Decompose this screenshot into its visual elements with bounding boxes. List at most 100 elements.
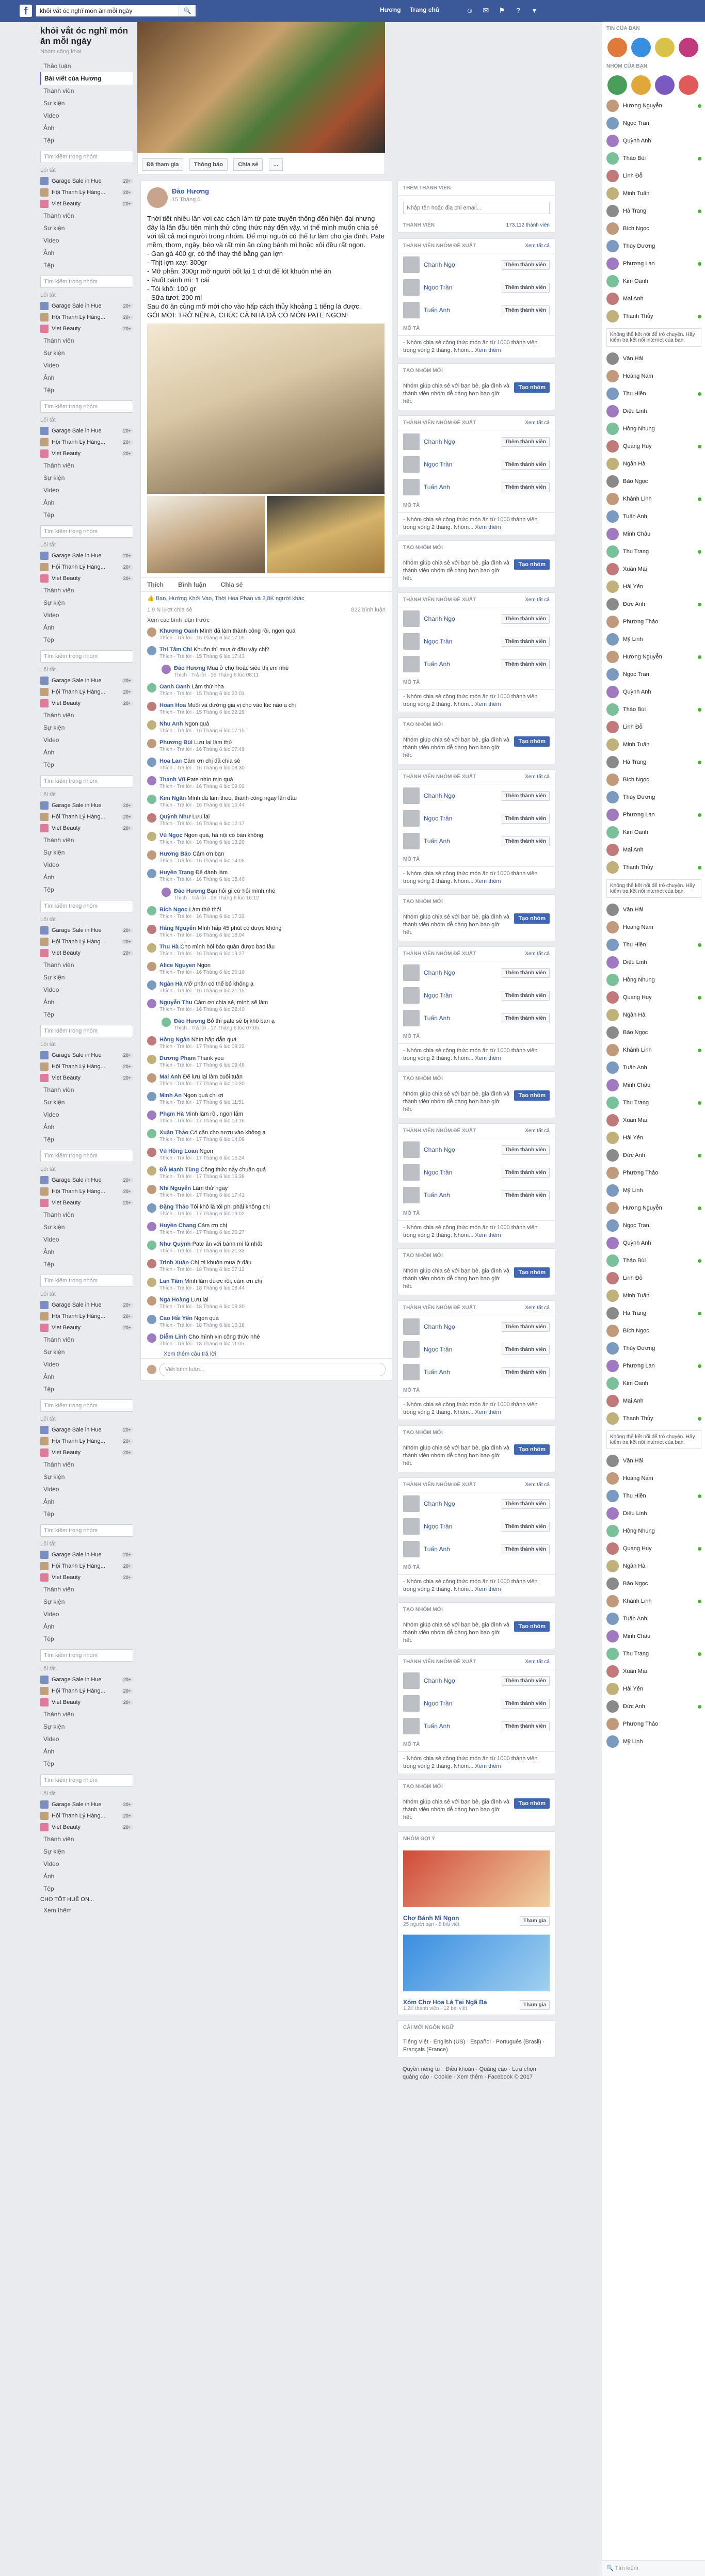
comment-author[interactable]: Alice Nguyen — [159, 962, 196, 969]
nav-item[interactable]: Ảnh — [40, 1371, 133, 1383]
story-avatar[interactable] — [607, 38, 627, 57]
join-group-button[interactable]: Tham gia — [520, 1916, 550, 1926]
comment-meta[interactable]: Thích · Trả lời · 15 Tháng 6 lúc 22:29 — [159, 709, 296, 716]
comment-author[interactable]: Đào Hương — [174, 665, 205, 671]
nav-item[interactable]: Sự kiện — [40, 1596, 133, 1608]
share-count[interactable]: 1,9 N lượt chia sẻ — [147, 607, 192, 613]
comment-meta[interactable]: Thích · Trả lời · 17 Tháng 6 lúc 19:02 — [159, 1211, 270, 1218]
avatar[interactable] — [147, 962, 156, 971]
comment-meta[interactable]: Thích · Trả lời · 16 Tháng 6 lúc 22:40 — [159, 1006, 268, 1013]
comment-author[interactable]: Như Quỳnh — [159, 1241, 191, 1247]
chat-contact[interactable]: Linh Đỗ — [602, 718, 705, 736]
chat-contact[interactable]: Diệu Linh — [602, 1505, 705, 1522]
avatar[interactable] — [147, 980, 156, 990]
member-name[interactable]: Chanh Ngọ — [424, 792, 455, 799]
chat-contact[interactable]: Ngọc Tran — [602, 115, 705, 132]
nav-item[interactable]: Video — [40, 1358, 133, 1371]
member-name[interactable]: Ngọc Trần — [424, 1700, 452, 1707]
avatar[interactable] — [147, 1185, 156, 1194]
chat-contact[interactable]: Minh Châu — [602, 1076, 705, 1094]
chat-contact[interactable]: Bích Ngọc — [602, 771, 705, 788]
comment-meta[interactable]: Thích · Trả lời · 15 Tháng 6 lúc 17:09 — [159, 635, 295, 642]
see-all-link[interactable]: Xem tất cả — [525, 420, 550, 426]
add-member-button[interactable]: Thêm thành viên — [501, 1544, 550, 1554]
nav-item[interactable]: Ảnh — [40, 1246, 133, 1258]
chat-search[interactable]: 🔍 Tìm kiếm — [602, 2560, 705, 2576]
nav-item[interactable]: Sự kiện — [40, 97, 133, 109]
shortcut-item[interactable]: Hội Thanh Lý Hàng... 20+ — [40, 312, 133, 323]
comment-count[interactable]: 822 bình luận — [351, 607, 386, 613]
chat-contact[interactable]: Kim Oanh — [602, 1375, 705, 1392]
group-search-input[interactable]: Tìm kiếm trong nhóm — [40, 1774, 133, 1786]
chat-contact[interactable]: Mỹ Linh — [602, 1733, 705, 1750]
group-avatar[interactable] — [679, 75, 698, 95]
avatar[interactable] — [147, 1055, 156, 1064]
shortcut-item[interactable]: Viet Beauty 20+ — [40, 1197, 133, 1209]
avatar[interactable] — [403, 633, 420, 650]
group-search-input[interactable]: Tìm kiếm trong nhóm — [40, 276, 133, 288]
comment-input[interactable]: Viết bình luận... — [159, 1363, 386, 1376]
comment-author[interactable]: Kim Ngân — [159, 795, 186, 801]
nav-item[interactable]: Ảnh — [40, 1620, 133, 1633]
chat-contact[interactable]: Hương Nguyễn — [602, 1199, 705, 1217]
avatar[interactable] — [147, 1036, 156, 1045]
comment-author[interactable]: Hương Bảo — [159, 851, 191, 857]
group-search-input[interactable]: Tìm kiếm trong nhóm — [40, 900, 133, 912]
chat-contact[interactable]: Hoàng Nam — [602, 367, 705, 385]
shortcut-item[interactable]: Hội Thanh Lý Hàng... 20+ — [40, 811, 133, 823]
see-all-link[interactable]: Xem tất cả — [525, 597, 550, 603]
comment-author[interactable]: Thanh Vũ — [159, 777, 185, 783]
nav-item[interactable]: Sự kiện — [40, 597, 133, 609]
avatar[interactable] — [403, 833, 420, 849]
comment-meta[interactable]: Thích · Trả lời · 16 Tháng 6 lúc 17:33 — [159, 913, 245, 921]
avatar[interactable] — [147, 1092, 156, 1101]
chat-contact[interactable]: Tuấn Anh — [602, 1059, 705, 1076]
shortcut-item[interactable]: Garage Sale in Hue 20+ — [40, 550, 133, 561]
shortcut-item[interactable]: Hội Thanh Lý Hàng... 20+ — [40, 1311, 133, 1322]
nav-item[interactable]: Video — [40, 109, 133, 122]
see-more-link[interactable]: Xem thêm — [40, 1904, 133, 1917]
comment-meta[interactable]: Thích · Trả lời · 18 Tháng 6 lúc 10:18 — [159, 1322, 245, 1329]
comment-author[interactable]: Hoa Lan — [159, 758, 182, 764]
messages-icon[interactable]: ✉ — [480, 5, 491, 15]
group-search-input[interactable]: Tìm kiếm trong nhóm — [40, 775, 133, 787]
comment-meta[interactable]: Thích · Trả lời · 17 Tháng 6 lúc 20:27 — [159, 1229, 245, 1236]
nav-item[interactable]: Ảnh — [40, 996, 133, 1008]
chat-contact[interactable]: Hà Trang — [602, 202, 705, 220]
nav-item[interactable]: Thành viên — [40, 959, 133, 971]
avatar[interactable] — [147, 943, 156, 953]
chat-contact[interactable]: Phương Lan — [602, 255, 705, 272]
comment-author[interactable]: Vũ Ngọc — [159, 832, 183, 839]
avatar[interactable] — [403, 1672, 420, 1689]
shortcut-item[interactable]: Viet Beauty 20+ — [40, 1447, 133, 1458]
chat-contact[interactable]: Quang Huy — [602, 1540, 705, 1557]
nav-item[interactable]: Sự kiện — [40, 721, 133, 734]
search-icon[interactable]: 🔍 — [179, 5, 196, 17]
comment-meta[interactable]: Thích · Trả lời · 16 Tháng 6 lúc 09:02 — [159, 783, 245, 791]
comment-meta[interactable]: Thích · Trả lời · 16 Tháng 6 lúc 16:12 — [174, 895, 275, 902]
member-name[interactable]: Tuấn Anh — [424, 1015, 450, 1022]
add-member-button[interactable]: Thêm thành viên — [501, 636, 550, 647]
nav-item[interactable]: Video — [40, 1608, 133, 1620]
chat-contact[interactable]: Hải Yến — [602, 1680, 705, 1698]
avatar[interactable] — [403, 279, 420, 296]
member-name[interactable]: Tuấn Anh — [424, 307, 450, 314]
chat-contact[interactable]: Thanh Thủy — [602, 1410, 705, 1427]
add-member-button[interactable]: Thêm thành viên — [501, 968, 550, 978]
comment-meta[interactable]: Thích · Trả lời · 18 Tháng 6 lúc 11:05 — [159, 1341, 260, 1348]
member-name[interactable]: Tuấn Anh — [424, 661, 450, 668]
chat-contact[interactable]: Thảo Bùi — [602, 1252, 705, 1269]
group-cover-photo[interactable] — [137, 22, 385, 153]
comment-meta[interactable]: Thích · Trả lời · 16 Tháng 6 lúc 13:20 — [159, 839, 263, 846]
nav-item[interactable]: Thành viên — [40, 1708, 133, 1720]
nav-item[interactable]: Video — [40, 234, 133, 247]
avatar[interactable] — [147, 1222, 156, 1231]
comment-author[interactable]: Vũ Hồng Loan — [159, 1148, 198, 1154]
add-member-button[interactable]: Thêm thành viên — [501, 1521, 550, 1532]
shortcut-item[interactable]: Hội Thanh Lý Hàng... 20+ — [40, 1436, 133, 1447]
search-input[interactable] — [39, 5, 180, 17]
nav-item[interactable]: Tệp — [40, 1633, 133, 1645]
nav-item[interactable]: Ảnh — [40, 372, 133, 384]
nav-item[interactable]: Sự kiện — [40, 971, 133, 984]
chat-contact[interactable]: Bích Ngọc — [602, 1322, 705, 1340]
